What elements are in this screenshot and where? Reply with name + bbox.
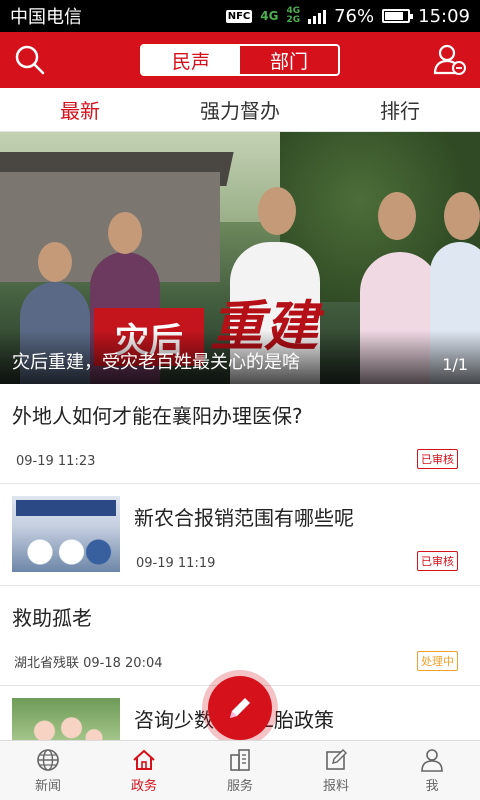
list-item[interactable]: 外地人如何才能在襄阳办理医保? 09-19 11:23 已审核 — [0, 384, 480, 484]
list-item-meta: 湖北省残联 09-18 20:04 — [14, 656, 163, 671]
tab-latest[interactable]: 最新 — [0, 88, 160, 131]
network-stack: 4G 2G — [286, 7, 300, 25]
status-icons: NFC 4G 4G 2G 76% 15:09 — [225, 5, 470, 27]
status-bar: 中国电信 NFC 4G 4G 2G 76% 15:09 — [0, 0, 480, 32]
list-item[interactable]: 新农合报销范围有哪些呢 09-19 11:19 已审核 — [0, 484, 480, 586]
list-item-title: 新农合报销范围有哪些呢 — [134, 506, 354, 530]
bottom-nav: 新闻 政务 服务 报料 我 — [0, 740, 480, 800]
list-item-meta: 09-19 11:23 — [16, 454, 96, 469]
clock: 15:09 — [418, 5, 470, 27]
status-badge: 已审核 — [417, 551, 458, 571]
nav-report[interactable]: 报料 — [288, 741, 384, 800]
banner-pager: 1/1 — [442, 355, 468, 374]
building-icon — [230, 749, 250, 771]
banner-head — [108, 212, 142, 254]
banner-caption: 灾后重建，受灾老百姓最关心的是啥 — [12, 352, 300, 373]
banner-head — [378, 192, 416, 240]
thumbnail-people — [22, 532, 112, 572]
nav-government-label: 政务 — [130, 779, 157, 794]
app-bar: 民声 部门 — [0, 32, 480, 88]
nav-news-label: 新闻 — [34, 779, 61, 794]
carrier-name: 中国电信 — [10, 7, 82, 28]
edit-box-icon — [326, 749, 347, 770]
globe-icon — [37, 749, 59, 771]
tab-supervision[interactable]: 强力督办 — [160, 88, 320, 131]
nfc-icon: NFC — [225, 9, 253, 23]
list-item-thumbnail — [12, 496, 120, 572]
status-badge: 处理中 — [417, 651, 458, 671]
home-icon — [133, 749, 155, 770]
network-4g-label: 4G — [260, 9, 279, 23]
compose-button[interactable] — [208, 676, 272, 740]
banner-head — [444, 192, 480, 240]
nav-me[interactable]: 我 — [384, 741, 480, 800]
battery-icon — [382, 9, 414, 23]
banner-head — [258, 187, 296, 235]
nav-report-label: 报料 — [322, 779, 349, 794]
network-2g-small: 2G — [286, 15, 301, 25]
banner-carousel[interactable]: 灾后 重建 灾后重建，受灾老百姓最关心的是啥 1/1 — [0, 132, 480, 384]
nav-news[interactable]: 新闻 — [0, 741, 96, 800]
battery-percent: 76% — [334, 5, 375, 27]
segment-bumen[interactable]: 部门 — [240, 46, 338, 74]
nav-service-label: 服务 — [226, 779, 253, 794]
signal-icon — [308, 8, 327, 24]
tab-ranking[interactable]: 排行 — [320, 88, 480, 131]
list-item-title: 救助孤老 — [12, 606, 92, 630]
content-tabs: 最新 强力督办 排行 — [0, 88, 480, 132]
person-icon — [421, 749, 443, 772]
nav-me-label: 我 — [425, 779, 439, 794]
segment-control: 民声 部门 — [140, 44, 340, 76]
segment-minsheng[interactable]: 民声 — [142, 46, 240, 74]
list-item[interactable]: 救助孤老 湖北省残联 09-18 20:04 处理中 — [0, 586, 480, 686]
status-badge: 已审核 — [417, 449, 458, 469]
edit-icon — [230, 698, 250, 718]
nav-government[interactable]: 政务 — [96, 741, 192, 800]
user-group-icon[interactable] — [432, 42, 468, 78]
list-item-meta: 09-19 11:19 — [136, 556, 216, 571]
thumbnail-sign — [16, 500, 116, 516]
search-icon[interactable] — [12, 42, 48, 78]
banner-head — [38, 242, 72, 282]
list-item-title: 外地人如何才能在襄阳办理医保? — [12, 404, 303, 428]
nav-service[interactable]: 服务 — [192, 741, 288, 800]
